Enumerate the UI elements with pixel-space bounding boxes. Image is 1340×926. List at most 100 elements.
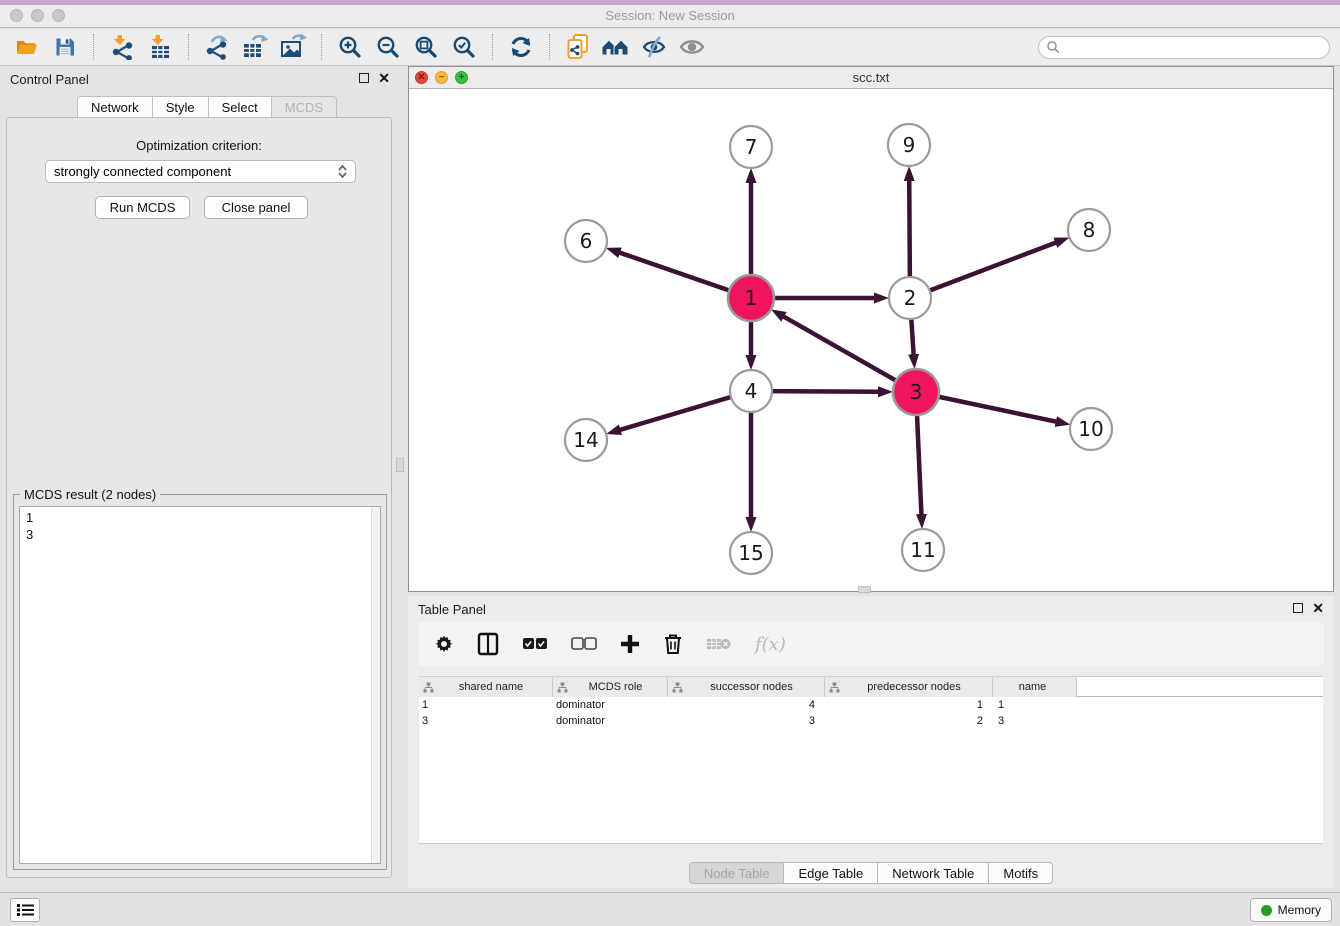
shared-column-icon (557, 682, 568, 693)
mcds-result-line: 3 (26, 526, 374, 543)
node-table[interactable]: shared name MCDS role successor nodes pr… (419, 676, 1323, 844)
control-panel-header: Control Panel ✕ (0, 70, 400, 90)
hide-selected-icon[interactable] (635, 32, 673, 62)
open-session-icon[interactable] (8, 32, 46, 62)
import-table-icon[interactable] (141, 32, 179, 62)
save-session-icon[interactable] (46, 32, 84, 62)
app-titlebar: Session: New Session (0, 0, 1340, 28)
close-panel-button[interactable]: Close panel (204, 196, 308, 219)
toolbar-separator (321, 34, 322, 60)
delete-row-icon[interactable] (663, 631, 683, 657)
shared-column-icon (423, 682, 434, 693)
optimization-criterion-label: Optimization criterion: (7, 138, 391, 153)
control-panel: Control Panel ✕ Network Style Select MCD… (0, 66, 400, 882)
close-panel-icon[interactable]: ✕ (378, 73, 390, 83)
insert-column-icon[interactable] (477, 631, 499, 657)
window-title: Session: New Session (0, 8, 1340, 23)
header-filler (1077, 677, 1323, 696)
function-builder-icon[interactable]: f(x) (755, 631, 786, 657)
cell-shared-name[interactable]: 3 (419, 713, 553, 729)
table-row[interactable]: 1 dominator 4 1 1 (419, 697, 1323, 713)
clone-network-icon[interactable] (559, 32, 597, 62)
tab-motifs[interactable]: Motifs (988, 862, 1053, 884)
export-table-icon[interactable] (236, 32, 274, 62)
close-table-panel-icon[interactable]: ✕ (1312, 603, 1324, 613)
memory-button[interactable]: Memory (1250, 898, 1332, 922)
main-area: Control Panel ✕ Network Style Select MCD… (0, 66, 1340, 892)
cell-shared-name[interactable]: 1 (419, 697, 553, 713)
import-network-icon[interactable] (103, 32, 141, 62)
cell-name[interactable]: 1 (993, 697, 1077, 713)
cell-predecessor-nodes[interactable]: 1 (825, 697, 993, 713)
deselect-all-icon[interactable] (571, 631, 597, 657)
zoom-fit-icon[interactable] (407, 32, 445, 62)
tab-network-table[interactable]: Network Table (877, 862, 988, 884)
search-box[interactable] (1038, 36, 1330, 59)
graph-edge-2-8[interactable] (910, 242, 1058, 298)
network-view-window: ✕ − + scc.txt 1234678910111415 (408, 66, 1334, 592)
list-icon (17, 903, 34, 917)
graph-node-label-3: 3 (910, 380, 923, 404)
delete-column-icon[interactable] (706, 631, 732, 657)
cell-successor-nodes[interactable]: 3 (668, 713, 825, 729)
network-window-titlebar[interactable]: ✕ − + scc.txt (409, 67, 1333, 89)
column-header-successor-nodes[interactable]: successor nodes (668, 677, 825, 697)
search-input[interactable] (1060, 38, 1329, 56)
column-header-shared-name[interactable]: shared name (419, 677, 553, 697)
tab-node-table[interactable]: Node Table (689, 862, 784, 884)
table-panel-tabs: Node Table Edge Table Network Table Moti… (408, 862, 1334, 884)
column-header-mcds-role[interactable]: MCDS role (553, 677, 668, 697)
main-toolbar (0, 29, 1340, 66)
memory-label: Memory (1278, 903, 1321, 917)
graph-node-label-7: 7 (745, 135, 758, 159)
control-panel-title: Control Panel (10, 72, 89, 87)
status-bar: Memory (0, 892, 1340, 926)
select-all-icon[interactable] (522, 631, 548, 657)
show-graphics-details-icon[interactable] (673, 32, 711, 62)
apply-layout-icon[interactable] (502, 32, 540, 62)
settings-icon[interactable] (434, 631, 454, 657)
mcds-result-title: MCDS result (2 nodes) (20, 487, 160, 502)
cell-predecessor-nodes[interactable]: 2 (825, 713, 993, 729)
tab-mcds[interactable]: MCDS (271, 96, 337, 118)
network-graph: 1234678910111415 (409, 89, 1333, 591)
result-scrollbar[interactable] (371, 507, 380, 863)
column-header-name[interactable]: name (993, 677, 1077, 697)
tab-edge-table[interactable]: Edge Table (783, 862, 877, 884)
graph-node-label-2: 2 (904, 286, 917, 310)
cell-name[interactable]: 3 (993, 713, 1077, 729)
tab-style[interactable]: Style (152, 96, 208, 118)
table-row[interactable]: 3 dominator 3 2 3 (419, 713, 1323, 729)
table-panel-title: Table Panel (418, 602, 486, 617)
task-history-button[interactable] (10, 898, 40, 922)
criterion-dropdown[interactable]: strongly connected component (45, 160, 356, 183)
graph-node-label-15: 15 (738, 541, 763, 565)
cell-mcds-role[interactable]: dominator (553, 697, 668, 713)
table-panel: Table Panel ✕ (408, 596, 1334, 888)
criterion-value: strongly connected component (54, 164, 338, 179)
column-header-predecessor-nodes[interactable]: predecessor nodes (825, 677, 993, 697)
horizontal-splitter-handle[interactable] (858, 586, 871, 593)
zoom-in-icon[interactable] (331, 32, 369, 62)
toolbar-separator (492, 34, 493, 60)
run-mcds-button[interactable]: Run MCDS (95, 196, 190, 219)
zoom-selected-icon[interactable] (445, 32, 483, 62)
zoom-out-icon[interactable] (369, 32, 407, 62)
toolbar-separator (93, 34, 94, 60)
mcds-result-textarea[interactable]: 13 (19, 506, 381, 864)
mcds-tab-content: Optimization criterion: strongly connect… (6, 117, 392, 878)
add-row-icon[interactable] (620, 631, 640, 657)
show-all-networks-icon[interactable] (597, 32, 635, 62)
float-table-panel-icon[interactable] (1293, 603, 1303, 613)
vertical-splitter-handle[interactable] (396, 458, 404, 472)
tab-select[interactable]: Select (208, 96, 271, 118)
graph-node-label-1: 1 (745, 286, 758, 310)
cell-successor-nodes[interactable]: 4 (668, 697, 825, 713)
tab-network[interactable]: Network (77, 96, 152, 118)
cell-mcds-role[interactable]: dominator (553, 713, 668, 729)
network-canvas[interactable]: 1234678910111415 (409, 89, 1333, 591)
graph-node-label-6: 6 (580, 229, 593, 253)
export-network-icon[interactable] (198, 32, 236, 62)
float-panel-icon[interactable] (359, 73, 369, 83)
export-image-icon[interactable] (274, 32, 312, 62)
